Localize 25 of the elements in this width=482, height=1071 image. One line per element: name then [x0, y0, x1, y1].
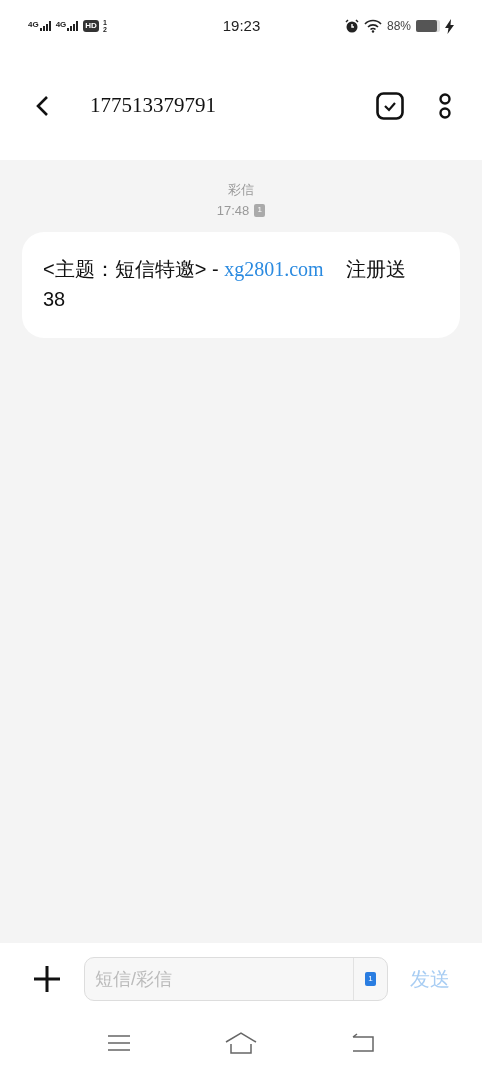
status-time: 19:23 [221, 15, 262, 36]
home-icon[interactable] [225, 1032, 257, 1054]
signal-icon [39, 21, 52, 31]
message-time: 17:48 [216, 201, 250, 220]
contact-title: 177513379791 [90, 92, 217, 120]
message-type-label: 彩信 [228, 181, 254, 199]
signal-icon [67, 21, 80, 31]
hd-badge: HD [83, 20, 99, 32]
wifi-icon [363, 19, 382, 33]
link[interactable]: xg2801.com [224, 258, 324, 280]
back-nav-icon[interactable] [351, 1033, 375, 1053]
sim-button[interactable]: 1 [365, 972, 376, 986]
message-text: <主题：短信特邀> - xg2801.com 注册送38 [43, 257, 407, 312]
more-button[interactable] [438, 92, 452, 120]
sim-badge: 1 [254, 203, 266, 217]
charging-icon [445, 18, 454, 34]
add-button[interactable] [32, 964, 62, 994]
network-type: 4G [55, 21, 67, 29]
battery-icon [416, 20, 440, 32]
battery-percent: 88% [386, 18, 411, 35]
menu-icon[interactable] [107, 1034, 131, 1052]
select-button[interactable] [376, 92, 404, 120]
message-input[interactable]: 短信/彩信 1 [84, 957, 388, 1001]
alarm-icon [344, 19, 359, 33]
network-type: 4G [28, 21, 39, 29]
